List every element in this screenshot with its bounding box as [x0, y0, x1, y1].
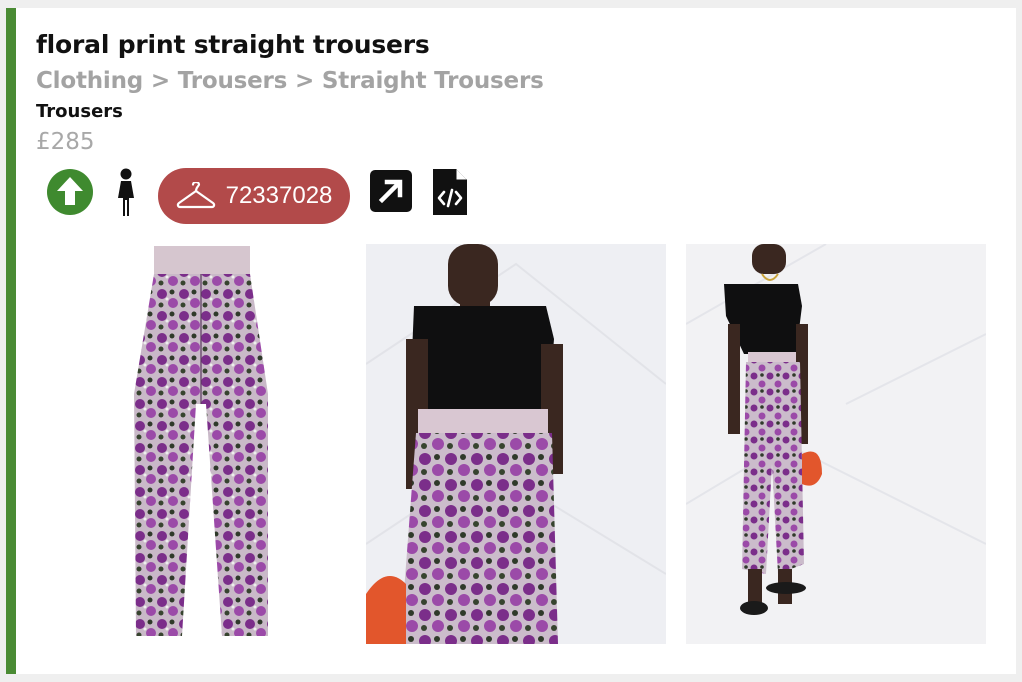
- model-image: [366, 244, 666, 644]
- breadcrumb[interactable]: Clothing > Trousers > Straight Trousers: [36, 68, 544, 94]
- open-link-button[interactable]: [369, 169, 413, 213]
- up-arrow-icon: [47, 169, 93, 215]
- external-link-icon: [370, 170, 412, 212]
- view-source-button[interactable]: [431, 167, 469, 217]
- trousers-image: [46, 244, 346, 644]
- hanger-icon: [176, 182, 215, 209]
- product-image-1[interactable]: [46, 244, 346, 644]
- code-file-icon: [433, 169, 467, 215]
- item-id-badge[interactable]: 72337028: [158, 168, 350, 224]
- product-image-3[interactable]: [686, 244, 986, 644]
- gender-indicator: [112, 168, 140, 218]
- product-card: floral print straight trousers Clothing …: [6, 8, 1016, 674]
- product-title: floral print straight trousers: [36, 30, 430, 59]
- woman-icon: [118, 168, 134, 216]
- model-full-image: [686, 244, 986, 644]
- upvote-button[interactable]: [46, 168, 94, 216]
- price: £285: [36, 129, 95, 155]
- category-label: Trousers: [36, 101, 123, 122]
- product-image-2[interactable]: [366, 244, 666, 644]
- item-id-text: 72337028: [225, 182, 333, 209]
